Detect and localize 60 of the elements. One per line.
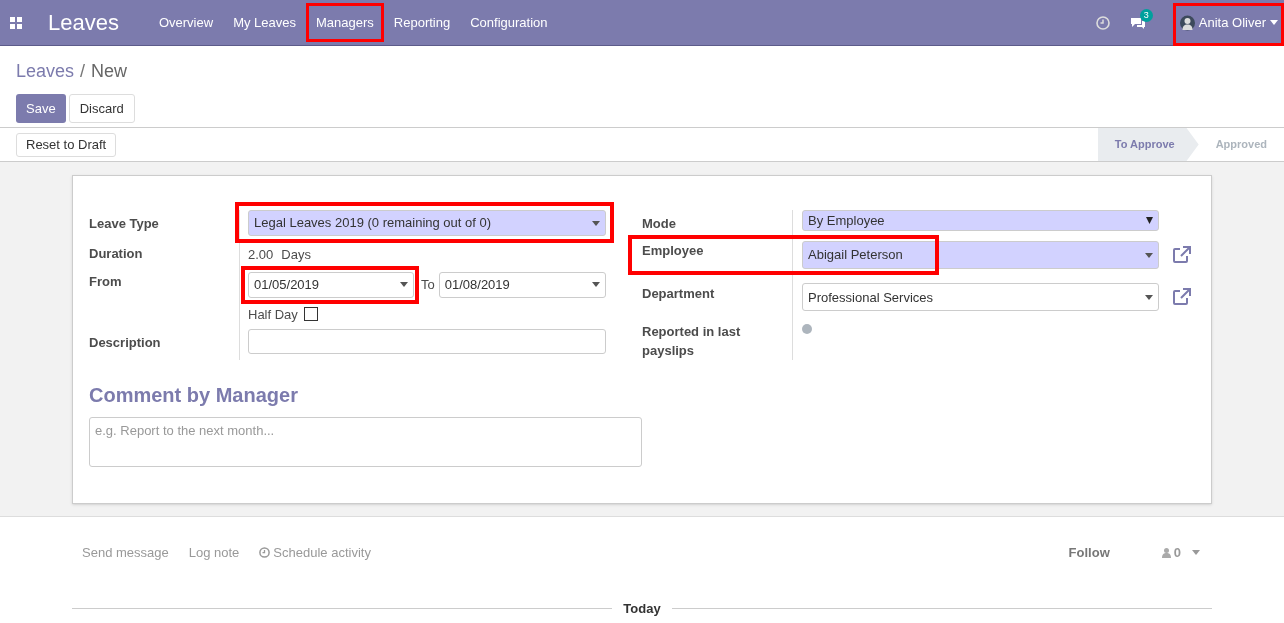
caret-icon bbox=[1145, 294, 1153, 300]
caret-icon bbox=[1146, 217, 1153, 224]
clock-icon[interactable] bbox=[1095, 15, 1110, 30]
follow-button[interactable]: Follow bbox=[1068, 543, 1110, 563]
field-label: Mode bbox=[642, 215, 677, 233]
date-field[interactable]: 01/08/2019 bbox=[438, 271, 606, 298]
app-title: Leaves bbox=[48, 9, 119, 37]
clock-icon bbox=[259, 547, 271, 559]
field-label: Description bbox=[89, 334, 162, 352]
followers-button[interactable]: 0 bbox=[1161, 543, 1200, 563]
description-field[interactable] bbox=[248, 329, 606, 354]
chat-icon[interactable] bbox=[1129, 15, 1146, 30]
caret-icon bbox=[400, 282, 408, 287]
breadcrumb-link[interactable]: Leaves bbox=[16, 61, 75, 81]
avatar-icon bbox=[1179, 14, 1195, 31]
duration-value: 2.00 bbox=[248, 246, 274, 264]
nav-menu-item[interactable]: Overview bbox=[148, 12, 224, 33]
send-message-link[interactable]: Send message bbox=[82, 543, 169, 563]
date-field[interactable]: 01/05/2019 bbox=[248, 271, 414, 298]
employee-select[interactable]: Abigail Peterson bbox=[802, 241, 1159, 270]
duration-unit: Days bbox=[281, 246, 311, 264]
apps-grid-icon[interactable] bbox=[10, 16, 22, 29]
mode-select[interactable]: By Employee bbox=[802, 210, 1159, 231]
field-label: Employee bbox=[642, 241, 705, 260]
breadcrumb-separator: / bbox=[80, 61, 86, 81]
field-label: Department bbox=[642, 285, 716, 304]
to-label: To bbox=[421, 275, 435, 294]
department-select[interactable]: Professional Services bbox=[802, 283, 1159, 312]
breadcrumb-current: New bbox=[91, 61, 128, 81]
nav-menu-item[interactable]: Reporting bbox=[383, 12, 461, 33]
external-link-icon[interactable] bbox=[1172, 288, 1192, 307]
user-menu[interactable]: Anita Oliver bbox=[1179, 12, 1280, 33]
reset-to-draft-button[interactable]: Reset to Draft bbox=[16, 132, 117, 157]
nav-menu-item[interactable]: Managers bbox=[306, 12, 384, 33]
field-label: From bbox=[89, 272, 123, 291]
field-label: Duration bbox=[89, 245, 144, 263]
caret-icon bbox=[1192, 550, 1200, 556]
caret-icon bbox=[1145, 252, 1153, 258]
schedule-activity-link[interactable]: Schedule activity bbox=[259, 543, 371, 563]
caret-icon bbox=[1270, 20, 1278, 25]
date-separator: Today bbox=[622, 599, 662, 618]
caret-icon bbox=[592, 220, 600, 226]
leave-type-select[interactable]: Legal Leaves 2019 (0 remaining out of 0) bbox=[248, 210, 606, 236]
nav-menu-item[interactable]: Configuration bbox=[460, 12, 558, 33]
nav-menu-item[interactable]: My Leaves bbox=[223, 12, 306, 33]
save-button[interactable]: Save bbox=[16, 94, 66, 123]
discard-button[interactable]: Discard bbox=[68, 94, 135, 123]
section-title: Comment by Manager bbox=[89, 383, 299, 408]
half-day-label: Half Day bbox=[248, 305, 298, 324]
notification-badge: 3 bbox=[1139, 8, 1153, 22]
field-label: Reported in last payslips bbox=[642, 322, 742, 360]
toggle-indicator[interactable] bbox=[802, 323, 812, 334]
caret-icon bbox=[591, 282, 600, 287]
person-icon bbox=[1161, 547, 1171, 558]
comment-field[interactable]: e.g. Report to the next month... bbox=[89, 417, 642, 467]
half-day-checkbox[interactable] bbox=[303, 307, 318, 322]
status-step[interactable]: To Approve bbox=[1097, 128, 1199, 161]
field-label: Leave Type bbox=[89, 215, 160, 233]
external-link-icon[interactable] bbox=[1172, 246, 1192, 265]
log-note-link[interactable]: Log note bbox=[188, 543, 240, 563]
